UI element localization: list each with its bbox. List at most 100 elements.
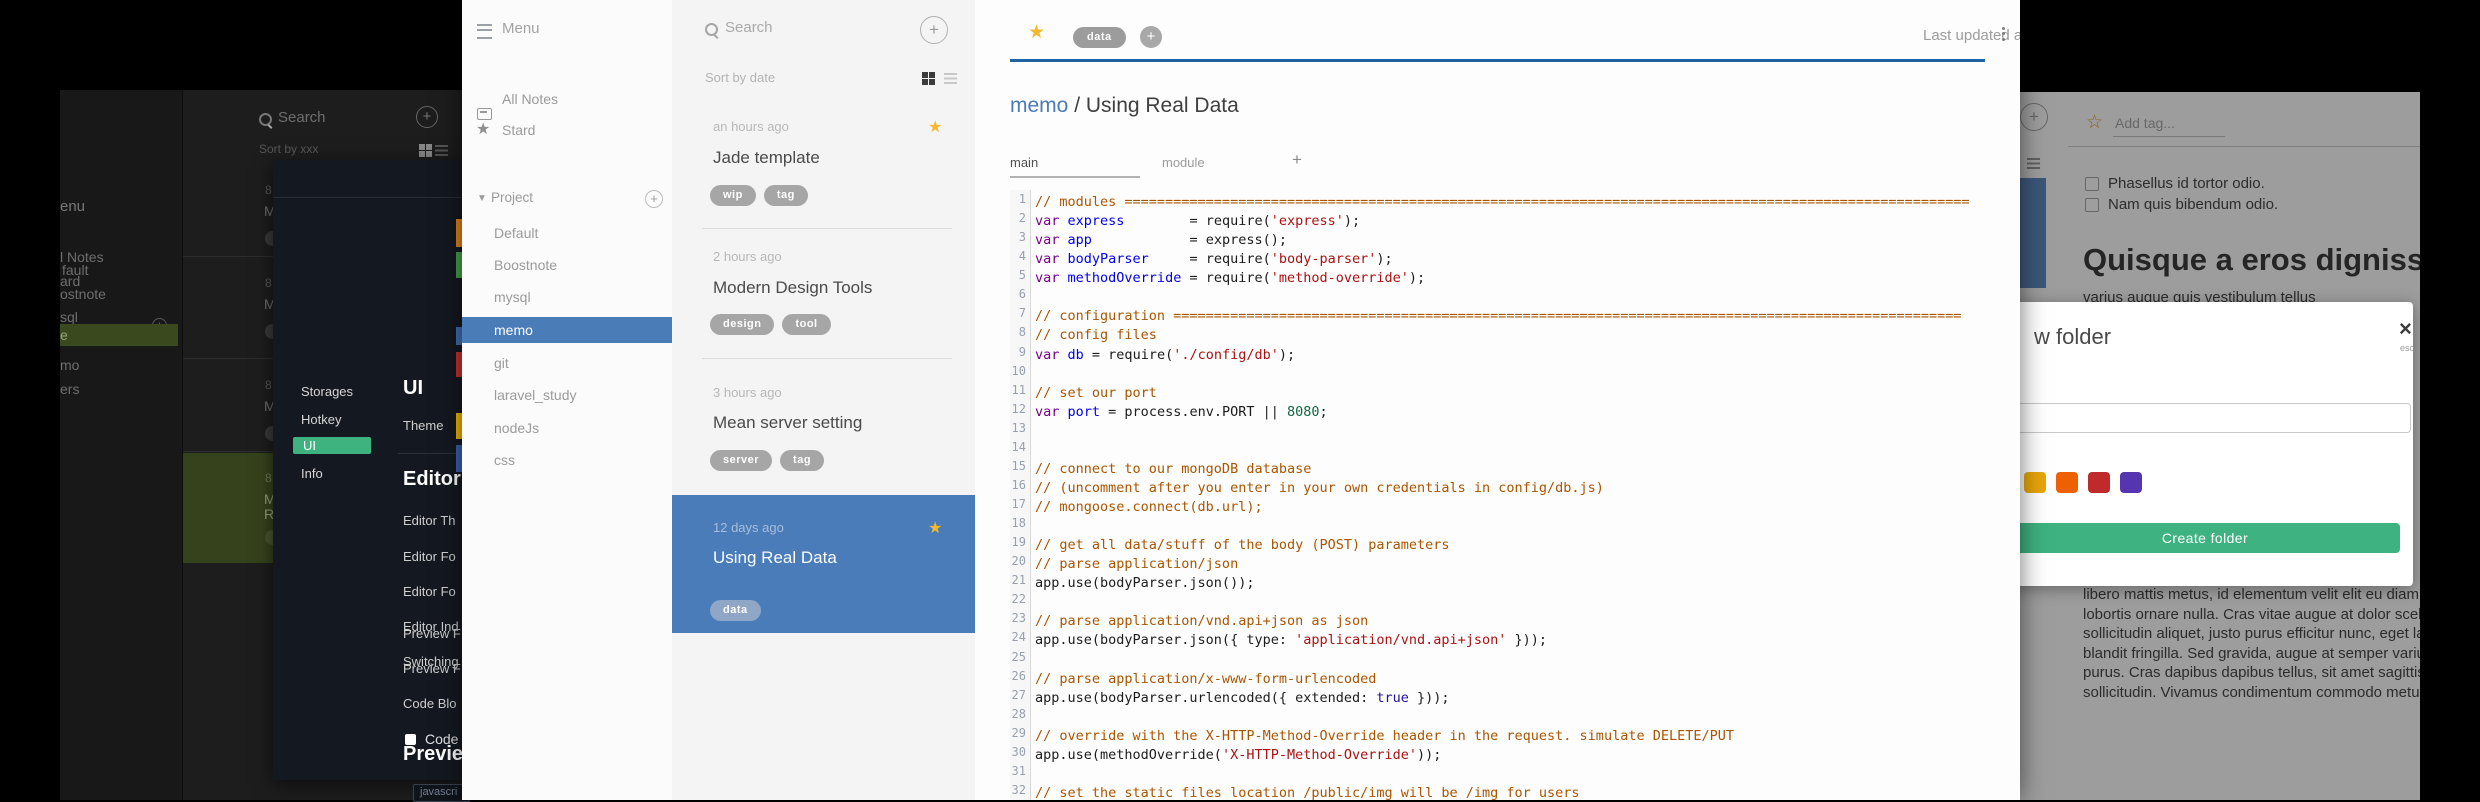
settings-nav-item[interactable]: Info: [301, 466, 323, 481]
line-number: 11: [1011, 382, 1026, 397]
settings-checkbox-label: Code B: [425, 731, 462, 747]
sidebar-folder-item[interactable]: mysql: [494, 289, 531, 305]
code-token: 'application/vnd.api+json': [1295, 632, 1507, 649]
dark-folder-item[interactable]: fault: [62, 262, 88, 278]
dark-folder-item[interactable]: ers: [60, 381, 79, 397]
settings-editor-row: Editor Fo: [403, 584, 456, 599]
sidebar-folder-item[interactable]: Boostnote: [494, 257, 557, 273]
close-icon[interactable]: ×: [2399, 316, 2412, 342]
code-token: // parse application/x-www-form-urlencod…: [1035, 670, 1377, 687]
menu-label[interactable]: Menu: [502, 20, 540, 37]
tab-add[interactable]: +: [1292, 150, 1302, 170]
grid-view-icon[interactable]: [922, 72, 935, 85]
create-folder-button[interactable]: Create folder: [2012, 523, 2400, 553]
color-swatch[interactable]: [2056, 472, 2078, 493]
list-view-icon[interactable]: [944, 73, 957, 84]
settings-checkbox[interactable]: [405, 734, 416, 745]
color-swatch[interactable]: [2024, 472, 2046, 493]
code-token: // override with the X-HTTP-Method-Overr…: [1035, 727, 1734, 744]
settings-nav-item[interactable]: Storages: [301, 384, 353, 399]
breadcrumb-folder[interactable]: memo: [1010, 94, 1068, 117]
sort-label[interactable]: Sort by date: [705, 70, 775, 85]
note-item[interactable]: 3 hours ago Mean server setting server tag: [672, 358, 975, 495]
color-swatch[interactable]: [2120, 472, 2142, 493]
code-line: var bodyParser = require('body-parser');: [1035, 250, 1995, 269]
search-input[interactable]: Search: [725, 19, 773, 36]
grid-view-icon[interactable]: [419, 144, 432, 157]
settings-nav-item-active[interactable]: UI: [293, 437, 371, 454]
code-line: // (uncomment after you enter in your ow…: [1035, 479, 1995, 498]
sidebar-item-starred[interactable]: Stard: [502, 122, 535, 138]
add-folder-button[interactable]: +: [645, 190, 663, 208]
code-token: = require(: [1148, 251, 1271, 268]
dark-new-note-button[interactable]: +: [416, 106, 438, 128]
code-token: 8080: [1286, 403, 1320, 420]
dark-search-input[interactable]: Search: [278, 109, 326, 126]
note-divider: [702, 358, 952, 359]
note-item[interactable]: 2 hours ago Modern Design Tools design tool: [672, 228, 975, 358]
note-item[interactable]: an hours ago ★ Jade template wip tag: [672, 105, 975, 228]
dialog-title: w folder: [2034, 324, 2112, 349]
code-token: }));: [1506, 632, 1548, 649]
settings-ui-heading: UI: [403, 377, 423, 399]
line-number: 2: [1018, 211, 1026, 226]
new-note-button[interactable]: +: [920, 16, 948, 44]
sidebar-folder-item[interactable]: css: [494, 452, 515, 468]
list-view-icon[interactable]: [435, 145, 448, 156]
line-number: 14: [1011, 439, 1026, 454]
dark-folder-item[interactable]: ostnote: [60, 286, 106, 302]
code-token: // parse application/json: [1035, 556, 1239, 573]
dark-folder-item[interactable]: mo: [60, 357, 79, 373]
code-token: 'X-HTTP-Method-Override': [1221, 746, 1418, 763]
note-item-selected[interactable]: 12 days ago ★ Using Real Data data: [672, 495, 975, 633]
code-line: // modules =============================…: [1035, 193, 1995, 212]
folder-name-input[interactable]: [2014, 403, 2411, 433]
star-icon: ★: [476, 121, 491, 138]
code-token: );: [1343, 213, 1361, 230]
sidebar-folder-item[interactable]: Default: [494, 225, 538, 241]
project-section-label[interactable]: Project: [491, 190, 533, 205]
code-token: 'body-parser': [1270, 251, 1377, 268]
tag-pill: design: [710, 314, 775, 335]
code-line: var express = require('express');: [1035, 212, 1995, 231]
code-line: // parse application/vnd.api+json as jso…: [1035, 612, 1995, 631]
sidebar-folder-item[interactable]: git: [494, 355, 509, 371]
line-number: 28: [1011, 706, 1026, 721]
dark-sort-label[interactable]: Sort by xxx: [259, 142, 318, 156]
code-token: = require(: [1083, 346, 1174, 363]
code-token: // config files: [1035, 327, 1157, 344]
note-time: 12 days ago: [713, 520, 784, 535]
settings-preview-row: Preview F: [403, 661, 461, 676]
kebab-menu-icon[interactable]: [2002, 24, 2005, 43]
search-icon: [259, 113, 272, 126]
line-number: 13: [1011, 420, 1026, 435]
menu-icon[interactable]: [477, 24, 492, 39]
note-title: Jade template: [713, 148, 820, 167]
sidebar-folder-item[interactable]: laravel_study: [494, 387, 577, 403]
code-token: db: [1067, 346, 1084, 363]
tab-main[interactable]: main: [1010, 155, 1038, 170]
tab-module[interactable]: module: [1162, 155, 1205, 170]
line-number: 5: [1018, 268, 1026, 283]
dark-folder-item-selected[interactable]: e: [60, 324, 178, 346]
sidebar-folder-selected[interactable]: memo: [462, 317, 672, 343]
add-tag-button[interactable]: +: [1140, 26, 1162, 48]
code-token: var: [1035, 346, 1060, 363]
dark-folder-item[interactable]: sql: [60, 309, 78, 325]
code-token: methodOverride: [1067, 270, 1182, 287]
new-folder-dialog: w folder × esc Create folder: [2012, 302, 2415, 586]
dark-menu-label[interactable]: enu: [60, 198, 85, 215]
settings-nav-item[interactable]: Hotkey: [301, 412, 341, 427]
sidebar-item-all-notes[interactable]: All Notes: [502, 91, 558, 107]
sidebar-folder-item[interactable]: nodeJs: [494, 420, 539, 436]
code-editor[interactable]: // modules =============================…: [1035, 193, 1995, 800]
color-swatch[interactable]: [2088, 472, 2110, 493]
chevron-down-icon[interactable]: ▼: [477, 193, 487, 204]
note-tag-pill[interactable]: data: [1073, 27, 1126, 48]
dialog-esc-hint: esc: [2400, 343, 2415, 353]
code-token: // (uncomment after you enter in your ow…: [1035, 479, 1604, 496]
note-star-icon[interactable]: ★: [1028, 21, 1045, 44]
